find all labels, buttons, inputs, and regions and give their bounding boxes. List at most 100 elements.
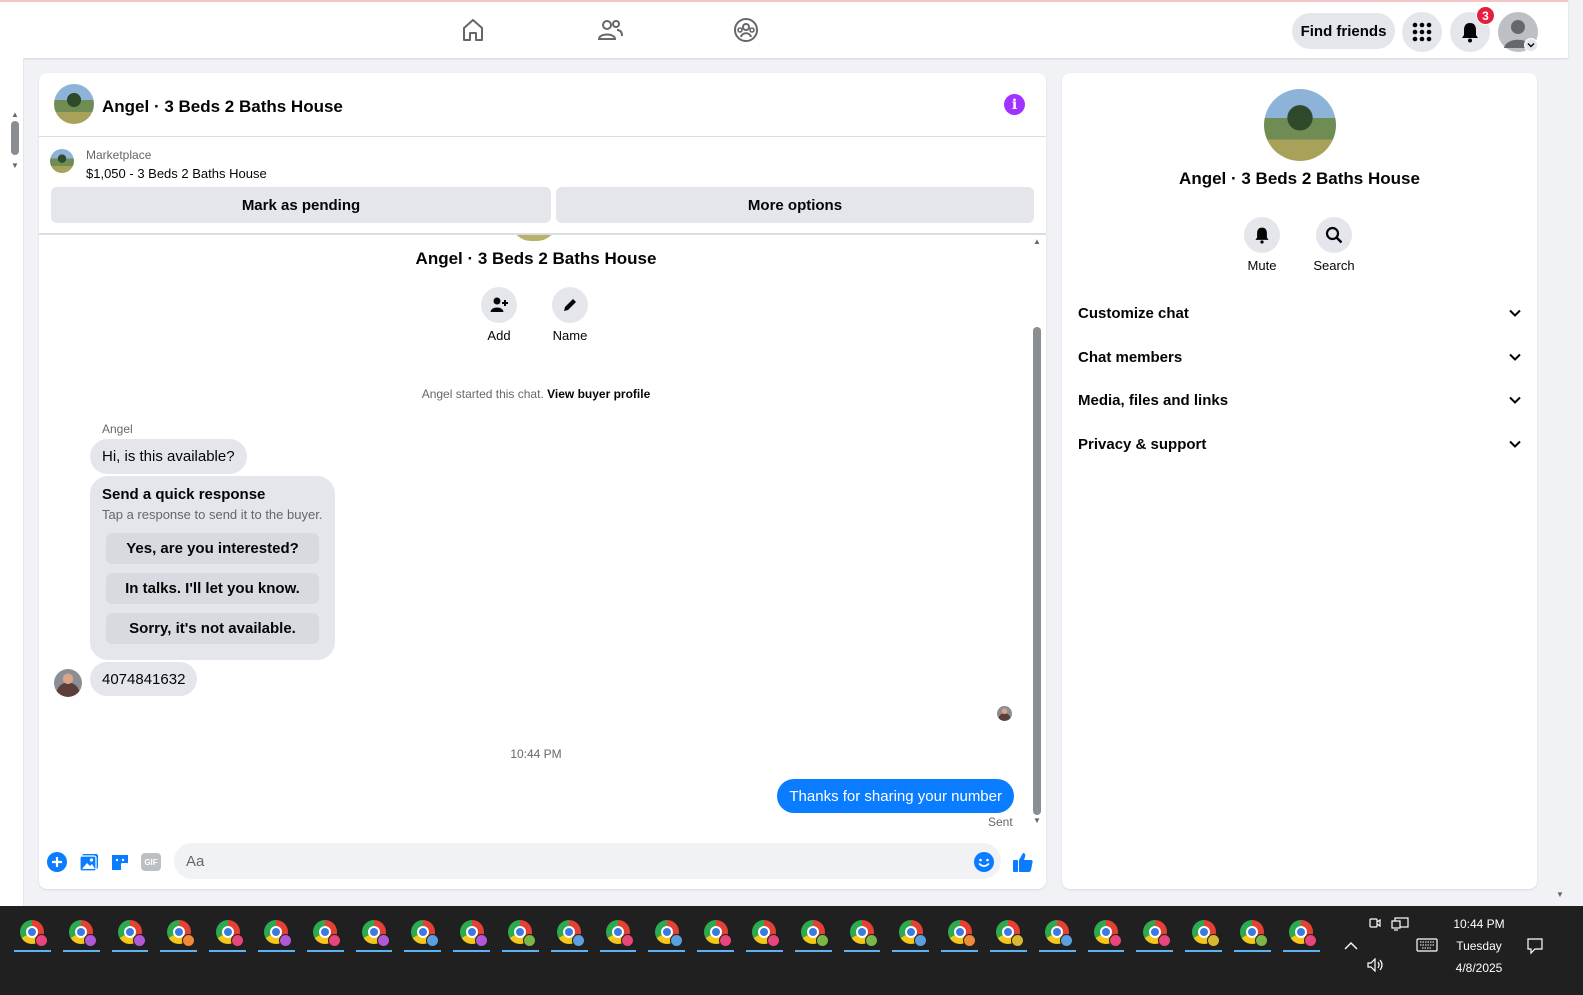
profile-badge-icon [1060, 934, 1074, 947]
add-person-icon[interactable] [481, 287, 517, 323]
groups-icon[interactable] [732, 16, 760, 44]
gif-icon[interactable]: GIF [140, 851, 162, 873]
chrome-profile-app-button[interactable] [594, 912, 643, 952]
chat-started-text: Angel started this chat. [421, 387, 544, 401]
page-scrollbar[interactable]: ▼ [1554, 58, 1568, 906]
photo-icon[interactable] [78, 851, 100, 873]
scroll-down-arrow-icon[interactable]: ▼ [1556, 890, 1564, 899]
account-chevron-icon[interactable] [1524, 38, 1538, 52]
chrome-icon [1142, 920, 1171, 947]
chrome-profile-app-button[interactable] [1179, 912, 1228, 952]
chrome-profile-app-button[interactable] [350, 912, 399, 952]
home-icon[interactable] [459, 16, 487, 44]
sender-avatar[interactable] [54, 669, 82, 697]
clock-day[interactable]: Tuesday [1448, 939, 1510, 953]
section-customize-chat[interactable]: Customize chat [1078, 293, 1522, 333]
chrome-profile-app-button[interactable] [106, 912, 155, 952]
chevron-up-icon[interactable] [1344, 938, 1358, 956]
chat-header: Angel · 3 Beds 2 Baths House i [39, 73, 1046, 137]
mute-label: Mute [1247, 258, 1277, 273]
scroll-up-arrow-icon[interactable]: ▲ [1032, 237, 1042, 246]
chrome-profile-app-button[interactable] [642, 912, 691, 952]
thumbs-up-icon[interactable] [1012, 851, 1034, 873]
chrome-profile-app-button[interactable] [203, 912, 252, 952]
info-icon[interactable]: i [1004, 94, 1025, 115]
chrome-profile-app-button[interactable] [1130, 912, 1179, 952]
notification-center-icon[interactable] [1526, 937, 1544, 960]
friends-icon[interactable] [596, 16, 624, 44]
chrome-icon [1240, 920, 1269, 947]
chat-title[interactable]: Angel · 3 Beds 2 Baths House [102, 97, 343, 117]
chrome-profile-app-button[interactable] [252, 912, 301, 952]
message-status: Sent [988, 815, 1013, 829]
volume-icon[interactable] [1367, 957, 1385, 977]
profile-badge-icon [1108, 934, 1122, 947]
chat-scrollbar-thumb[interactable] [1033, 327, 1041, 815]
clock-date[interactable]: 4/8/2025 [1448, 961, 1510, 975]
section-media-files-links[interactable]: Media, files and links [1078, 380, 1522, 420]
timestamp-separator: 10:44 PM [510, 747, 562, 761]
chrome-profile-app-button[interactable] [935, 912, 984, 952]
more-options-button[interactable]: More options [556, 187, 1034, 223]
mark-as-pending-button[interactable]: Mark as pending [51, 187, 551, 223]
incoming-message-bubble[interactable]: 4074841632 [90, 662, 198, 696]
section-privacy-support[interactable]: Privacy & support [1078, 424, 1522, 464]
chrome-profile-app-button[interactable] [545, 912, 594, 952]
emoji-icon[interactable] [973, 851, 995, 873]
chrome-profile-app-button[interactable] [8, 912, 57, 952]
keyboard-icon[interactable] [1416, 938, 1438, 957]
conversation-info-panel: Angel · 3 Beds 2 Baths House Mute Search… [1062, 73, 1537, 889]
chevron-down-icon [1509, 396, 1521, 404]
quick-response-option[interactable]: Sorry, it's not available. [106, 613, 319, 644]
scroll-down-arrow-icon[interactable]: ▼ [1032, 816, 1042, 825]
chrome-profile-app-button[interactable] [1082, 912, 1131, 952]
chrome-profile-app-button[interactable] [1228, 912, 1277, 952]
chrome-profile-app-button[interactable] [1277, 912, 1326, 952]
chrome-icon [801, 920, 830, 947]
section-chat-members[interactable]: Chat members [1078, 337, 1522, 377]
chat-scrollbar[interactable]: ▲ ▼ [1032, 235, 1042, 835]
clock-time[interactable]: 10:44 PM [1448, 917, 1510, 931]
chrome-profile-app-button[interactable] [984, 912, 1033, 952]
view-buyer-profile-link[interactable]: View buyer profile [547, 387, 650, 401]
chrome-profile-app-button[interactable] [838, 912, 887, 952]
menu-grid-icon[interactable] [1402, 12, 1442, 52]
chrome-profile-app-button[interactable] [57, 912, 106, 952]
search-icon[interactable] [1316, 217, 1352, 253]
top-navigation-bar: Find friends 3 [0, 0, 1568, 58]
listing-thumbnail[interactable] [50, 149, 74, 173]
meet-now-icon[interactable] [1368, 916, 1382, 935]
conversation-avatar[interactable] [54, 84, 94, 124]
chrome-profile-app-button[interactable] [154, 912, 203, 952]
chrome-profile-app-button[interactable] [886, 912, 935, 952]
chrome-icon [898, 920, 927, 947]
thread-avatar [511, 235, 557, 241]
chrome-profile-app-button[interactable] [691, 912, 740, 952]
scroll-down-arrow-icon[interactable]: ▼ [11, 161, 19, 170]
pencil-icon[interactable] [552, 287, 588, 323]
incoming-message-bubble[interactable]: Hi, is this available? [90, 439, 247, 474]
outgoing-message-bubble[interactable]: Thanks for sharing your number [777, 779, 1014, 813]
message-input[interactable] [174, 843, 1001, 879]
chrome-profile-app-button[interactable] [789, 912, 838, 952]
conversation-avatar-large[interactable] [1264, 89, 1336, 161]
chrome-icon [605, 920, 634, 947]
network-icon[interactable] [1391, 917, 1409, 936]
left-scrollbar-thumb[interactable] [11, 121, 19, 155]
chrome-profile-app-button[interactable] [1033, 912, 1082, 952]
plus-circle-icon[interactable] [46, 851, 68, 873]
sticker-icon[interactable] [109, 851, 131, 873]
find-friends-button[interactable]: Find friends [1292, 13, 1395, 49]
quick-response-option[interactable]: Yes, are you interested? [106, 533, 319, 564]
chrome-profile-app-button[interactable] [398, 912, 447, 952]
thread-name: Angel · 3 Beds 2 Baths House [415, 249, 657, 268]
listing-title[interactable]: $1,050 - 3 Beds 2 Baths House [86, 166, 267, 181]
quick-response-option[interactable]: In talks. I'll let you know. [106, 573, 319, 604]
chrome-profile-app-button[interactable] [447, 912, 496, 952]
scroll-up-arrow-icon[interactable]: ▲ [11, 110, 19, 119]
bell-icon[interactable] [1244, 217, 1280, 253]
message-composer: GIF [39, 835, 1046, 889]
chrome-profile-app-button[interactable] [496, 912, 545, 952]
chrome-profile-app-button[interactable] [740, 912, 789, 952]
chrome-profile-app-button[interactable] [301, 912, 350, 952]
